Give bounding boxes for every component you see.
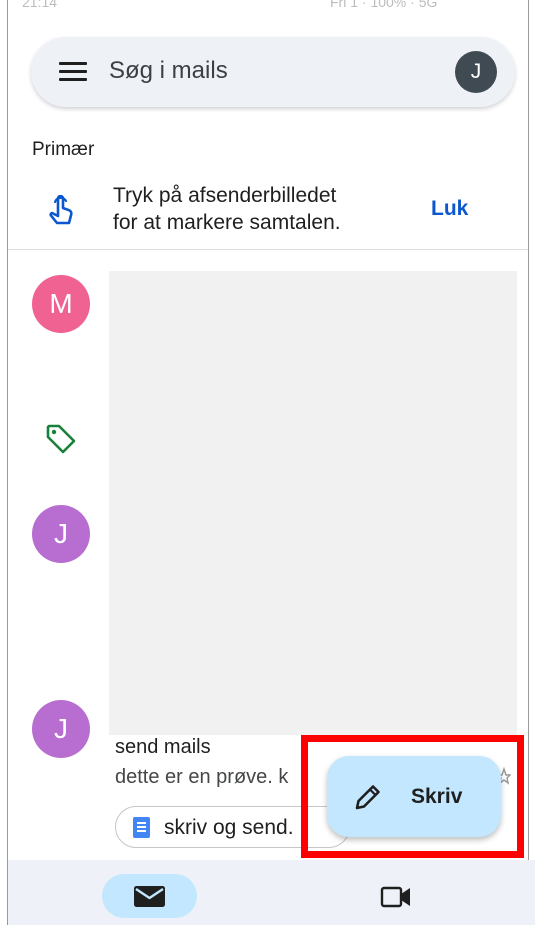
status-indicators: Fri 1 · 100% · 5G [330, 0, 438, 10]
tap-hand-icon [49, 195, 73, 225]
sender-avatar[interactable]: J [32, 700, 90, 758]
dismiss-tip-button[interactable]: Luk [431, 197, 468, 221]
tip-message: Tryk på afsenderbilledet for at markere … [113, 182, 341, 236]
sender-avatar[interactable]: M [32, 275, 90, 333]
status-bar: 21:14 Fri 1 · 100% · 5G [0, 0, 535, 14]
attachment-name: skriv og send. [164, 816, 294, 839]
account-avatar[interactable]: J [455, 51, 497, 93]
window-edge-left [7, 0, 8, 925]
nav-mail-tab[interactable] [102, 874, 197, 918]
hamburger-menu-icon[interactable] [59, 62, 87, 82]
search-bar[interactable]: Søg i mails J [31, 37, 515, 107]
video-icon[interactable] [380, 886, 412, 908]
window-edge-right [528, 0, 529, 860]
bottom-navigation [8, 860, 535, 925]
mail-preview[interactable]: dette er en prøve. k [115, 766, 288, 789]
mail-list-placeholder [109, 271, 517, 735]
sender-avatar[interactable]: J [32, 505, 90, 563]
document-icon [133, 817, 150, 838]
gmail-app-screen: 21:14 Fri 1 · 100% · 5G Søg i mails J Pr… [0, 0, 535, 925]
tip-line-2: for at markere samtalen. [113, 211, 341, 234]
highlight-annotation [301, 735, 524, 858]
status-time: 21:14 [22, 0, 58, 10]
search-input[interactable]: Søg i mails [109, 57, 228, 85]
mail-icon [134, 886, 165, 907]
mail-subject[interactable]: send mails [115, 736, 211, 759]
divider [8, 249, 528, 250]
tag-icon [46, 424, 76, 454]
inbox-category-label: Primær [32, 139, 95, 160]
tip-line-1: Tryk på afsenderbilledet [113, 184, 337, 207]
